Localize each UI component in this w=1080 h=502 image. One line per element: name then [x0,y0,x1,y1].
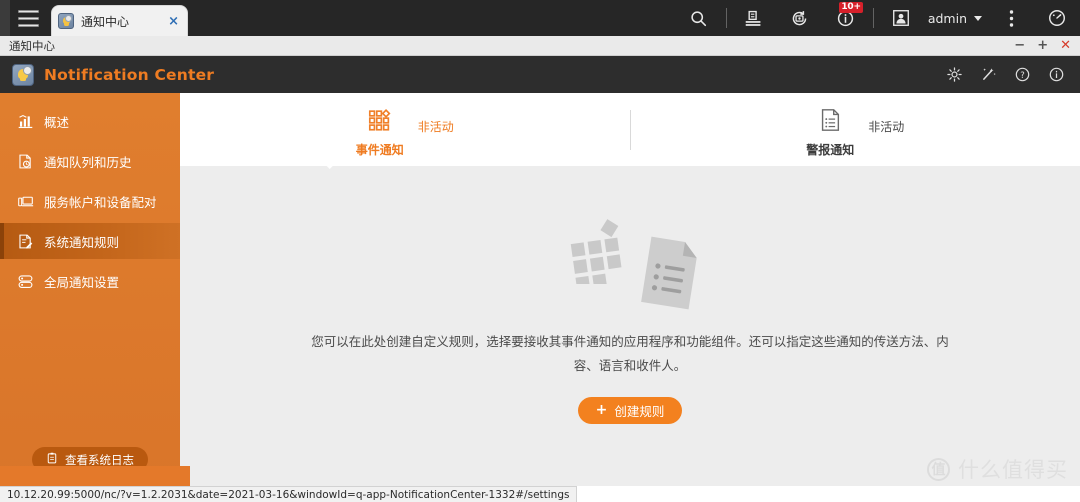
sidebar-item-label: 通知队列和历史 [44,154,132,170]
notification-type-tabs: 事件通知 非活动 警报通知 非活动 [180,93,1080,169]
window-title: 通知中心 [9,38,55,53]
history-document-icon [16,152,34,170]
clipboard-icon [46,452,58,467]
sidebar-item-label: 系统通知规则 [44,234,120,250]
search-icon[interactable] [676,0,722,36]
taskbar-left-strip [0,466,190,486]
backup-sync-icon[interactable] [777,0,823,36]
minimize-button[interactable]: − [1014,39,1025,52]
tab-icon-and-name: 事件通知 [356,107,404,158]
empty-state-description: 您可以在此处创建自定义规则，选择要接收其事件通知的应用程序和功能组件。还可以指定… [311,334,949,373]
app-header-icons: ? [938,59,1072,91]
content-area: 事件通知 非活动 警报通知 非活动 您可以在此处创建自定义规则，选择要接收其事件… [180,93,1080,486]
maximize-button[interactable]: + [1037,39,1048,52]
bell-gear-icon [58,13,74,29]
sidebar-item-label: 概述 [44,114,70,130]
sidebar-item-system-rules[interactable]: 系统通知规则 [0,223,180,259]
tab-label: 事件通知 [355,143,404,157]
hamburger-line [17,9,39,13]
app-header: Notification Center ? [0,56,1080,93]
hamburger-line [17,16,39,20]
illustration-grid-icon [570,219,622,285]
sidebar-item-queue-history[interactable]: 通知队列和历史 [0,143,180,179]
alert-document-icon [817,107,843,137]
window-controls: − + ✕ [1014,39,1080,52]
server-stack-icon [16,272,34,290]
sidebar-item-label: 服务帐户和设备配对 [44,194,157,210]
vertical-dots-icon[interactable] [988,0,1034,36]
event-grid-icon [367,107,393,137]
watermark-logo: 值 [927,457,950,481]
sidebar: 概述 通知队列和历史 服务帐户和设备配对 系统通知规则 全局通知设置 查看系统日… [0,93,180,486]
gear-icon[interactable] [938,59,970,91]
tab-label: 警报通知 [806,143,855,157]
window-title-strip: 通知中心 − + ✕ [0,36,1080,56]
toolbar-divider [725,8,727,28]
browser-tab-bar: 通知中心 × 10+ admin [0,0,1080,36]
svg-text:?: ? [1020,71,1025,81]
sidebar-item-global-settings[interactable]: 全局通知设置 [0,263,180,299]
window-edge [0,0,10,36]
notification-center-logo [12,63,34,86]
empty-rules-illustration [550,212,710,312]
info-icon[interactable]: 10+ [823,0,869,36]
hamburger-menu-icon[interactable] [10,0,46,36]
browser-toolbar: 10+ admin [676,0,1080,36]
dashboard-gauge-icon[interactable] [1034,0,1080,36]
notification-center-app: Notification Center ? 概述 通知队列和历史 服务帐户和设备… [0,56,1080,486]
close-window-button[interactable]: ✕ [1060,39,1071,52]
app-body: 概述 通知队列和历史 服务帐户和设备配对 系统通知规则 全局通知设置 查看系统日… [0,93,1080,486]
chart-bar-icon [16,112,34,130]
chevron-down-icon [974,15,982,21]
tab-icon-and-name: 警报通知 [806,107,854,158]
hamburger-line [17,23,39,27]
illustration-document-icon [641,237,697,310]
rules-edit-icon [16,232,34,250]
file-station-icon[interactable] [731,0,777,36]
status-bar-url: 10.12.20.99:5000/nc/?v=1.2.2031&date=202… [0,486,578,502]
help-icon[interactable]: ? [1006,59,1038,91]
sidebar-item-service-accounts[interactable]: 服务帐户和设备配对 [0,183,180,219]
empty-state-panel: 您可以在此处创建自定义规则，选择要接收其事件通知的应用程序和功能组件。还可以指定… [180,166,1080,486]
plus-icon: + [595,402,608,419]
browser-tab-title: 通知中心 [81,14,130,29]
sidebar-item-overview[interactable]: 概述 [0,103,180,139]
create-rule-button[interactable]: + 创建规则 [577,396,683,424]
info-badge-count: 10+ [839,2,863,13]
sidebar-item-label: 全局通知设置 [44,274,120,290]
user-avatar-icon[interactable] [878,0,924,36]
devices-icon [16,192,34,210]
wand-icon[interactable] [972,59,1004,91]
close-icon[interactable]: × [166,15,181,28]
info-icon[interactable] [1040,59,1072,91]
admin-menu[interactable]: admin [924,11,988,26]
tab-alert-notification[interactable]: 警报通知 非活动 [631,101,1080,158]
toolbar-divider [872,8,874,28]
tab-status-badge: 非活动 [417,120,454,134]
tab-status-badge: 非活动 [868,120,905,134]
sidebar-items: 概述 通知队列和历史 服务帐户和设备配对 系统通知规则 全局通知设置 [0,93,180,299]
browser-tab[interactable]: 通知中心 × [52,6,187,36]
admin-username: admin [927,10,967,26]
create-rule-label: 创建规则 [614,403,665,419]
screen-root: 通知中心 × 10+ admin 通知中心 − + ✕ Notification… [0,0,1080,502]
watermark-text: 什么值得买 [958,458,1068,482]
tab-event-notification[interactable]: 事件通知 非活动 [180,101,630,169]
watermark: 值 什么值得买 [927,454,1068,484]
app-title: Notification Center [44,65,215,84]
